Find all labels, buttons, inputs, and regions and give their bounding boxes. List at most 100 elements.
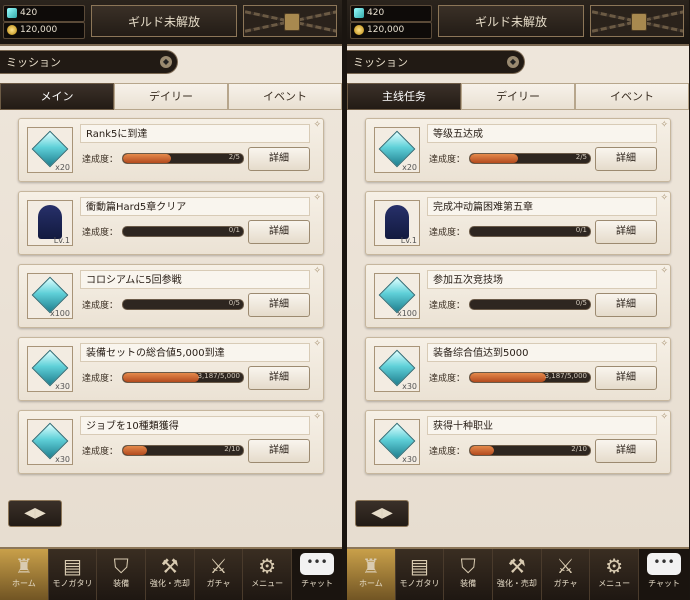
reward-thumbnail: x30 <box>374 419 420 465</box>
crystal-icon <box>378 422 416 460</box>
back-button[interactable]: ◀▶ <box>8 500 62 527</box>
nav-home[interactable]: ♜ ホーム <box>347 549 396 600</box>
progress-value: 2/5 <box>575 153 587 161</box>
nav-label: 装備 <box>113 579 130 588</box>
gear-icon: ⚙ <box>258 554 277 578</box>
mission-name: 装备综合值达到5000 <box>427 343 657 362</box>
crossed-swords-icon: ⚔ <box>209 554 228 578</box>
mission-tabs: メイン デイリー イベント <box>0 83 342 110</box>
progress-label: 達成度： <box>429 228 466 238</box>
progress-label: 達成度： <box>82 155 119 165</box>
gold-coin-icon <box>7 25 17 35</box>
pin-icon: ◆ <box>507 56 519 68</box>
tab-event[interactable]: イベント <box>575 83 689 110</box>
top-bar: 420 120,000 ギルド未解放 <box>347 0 689 46</box>
nav-menu[interactable]: ⚙ メニュー <box>590 549 640 600</box>
detail-button[interactable]: 詳細 <box>248 293 310 317</box>
nav-story[interactable]: ▤ モノガタリ <box>396 549 445 600</box>
detail-button[interactable]: 詳細 <box>248 439 310 463</box>
reward-count: x20 <box>402 163 417 172</box>
detail-button[interactable]: 詳細 <box>595 147 657 171</box>
reward-thumbnail: x100 <box>374 273 420 319</box>
character-icon <box>385 205 409 239</box>
tab-event[interactable]: イベント <box>228 83 342 110</box>
mission-card: Lv.1 衝動篇Hard5章クリア 達成度： 0/1 詳細 ✧ <box>18 191 324 255</box>
progress-value: 2/10 <box>224 445 240 453</box>
nav-label: モノガタリ <box>52 579 93 588</box>
nav-chat-slot: ••• チャット <box>639 549 689 600</box>
nav-gacha[interactable]: ⚔ ガチャ <box>195 549 244 600</box>
detail-button[interactable]: 詳細 <box>248 147 310 171</box>
padlock-icon <box>284 13 300 31</box>
locked-slot[interactable] <box>590 5 684 37</box>
mission-name: 完成冲动篇困难第五章 <box>427 197 657 216</box>
chat-label: チャット <box>648 579 680 588</box>
armor-icon: ⛉ <box>460 554 476 578</box>
crystal-icon <box>378 276 416 314</box>
nav-home[interactable]: ♜ ホーム <box>0 549 49 600</box>
nav-chat-slot: ••• チャット <box>292 549 342 600</box>
mission-name: 获得十种职业 <box>427 416 657 435</box>
crystal-icon <box>31 349 69 387</box>
progress-label: 達成度： <box>429 155 466 165</box>
padlock-icon <box>631 13 647 31</box>
nav-equipment[interactable]: ⛉ 装備 <box>444 549 494 600</box>
nav-label: ガチャ <box>206 579 231 588</box>
locked-slot[interactable] <box>243 5 337 37</box>
nav-equipment[interactable]: ⛉ 装備 <box>97 549 147 600</box>
progress-label: 達成度： <box>429 374 466 384</box>
mission-screen-chinese: 420 120,000 ギルド未解放 ミッション ◆ 主线任务 デイリー イベント… <box>347 0 689 600</box>
progress-label: 達成度： <box>429 301 466 311</box>
castle-icon: ♜ <box>361 554 380 578</box>
tab-daily[interactable]: デイリー <box>461 83 575 110</box>
guild-button[interactable]: ギルド未解放 <box>91 5 237 37</box>
nav-label: 装備 <box>460 579 477 588</box>
mission-name: コロシアムに5回参戦 <box>80 270 310 289</box>
book-icon: ▤ <box>410 554 429 578</box>
detail-button[interactable]: 詳細 <box>595 220 657 244</box>
progress-value: 3,187/5,000 <box>544 372 587 380</box>
detail-button[interactable]: 詳細 <box>595 293 657 317</box>
forge-icon: ⚒ <box>160 554 179 578</box>
progress-value: 0/5 <box>575 299 587 307</box>
tab-main[interactable]: 主线任务 <box>347 83 461 110</box>
castle-icon: ♜ <box>14 554 33 578</box>
nav-menu[interactable]: ⚙ メニュー <box>243 549 293 600</box>
detail-button[interactable]: 詳細 <box>595 366 657 390</box>
armor-icon: ⛉ <box>113 554 129 578</box>
guild-button[interactable]: ギルド未解放 <box>438 5 584 37</box>
top-bar: 420 120,000 ギルド未解放 <box>0 0 342 46</box>
tab-main[interactable]: メイン <box>0 83 114 110</box>
nav-label: ホーム <box>11 579 36 588</box>
chat-button[interactable]: ••• チャット <box>639 549 689 600</box>
corner-ornament-icon: ✧ <box>313 120 321 130</box>
book-icon: ▤ <box>63 554 82 578</box>
nav-label: ガチャ <box>553 579 578 588</box>
gold-count: 120,000 <box>20 25 58 35</box>
corner-ornament-icon: ✧ <box>660 339 668 349</box>
crystal-icon <box>354 8 364 18</box>
corner-ornament-icon: ✧ <box>313 339 321 349</box>
back-button[interactable]: ◀▶ <box>355 500 409 527</box>
chat-button[interactable]: ••• チャット <box>292 549 342 600</box>
nav-story[interactable]: ▤ モノガタリ <box>49 549 98 600</box>
progress-label: 達成度： <box>429 447 466 457</box>
detail-button[interactable]: 詳細 <box>248 366 310 390</box>
crystal-count: 420 <box>367 8 385 18</box>
detail-button[interactable]: 詳細 <box>595 439 657 463</box>
nav-enhance-sell[interactable]: ⚒ 強化・売却 <box>146 549 195 600</box>
mission-card: x20 等级五达成 達成度： 2/5 詳細 ✧ <box>365 118 671 182</box>
bottom-nav: ♜ ホーム ▤ モノガタリ ⛉ 装備 ⚒ 強化・売却 ⚔ ガチャ ⚙ メニュー ••• チャッ… <box>347 547 689 600</box>
nav-gacha[interactable]: ⚔ ガチャ <box>542 549 591 600</box>
progress-label: 達成度： <box>82 447 119 457</box>
character-icon <box>38 205 62 239</box>
mission-card: x30 获得十种职业 達成度： 2/10 詳細 ✧ <box>365 410 671 474</box>
tab-daily[interactable]: デイリー <box>114 83 228 110</box>
detail-button[interactable]: 詳細 <box>248 220 310 244</box>
page-title-text: ミッション <box>353 56 408 69</box>
reward-count: Lv.1 <box>53 236 70 245</box>
mission-tabs: 主线任务 デイリー イベント <box>347 83 689 110</box>
nav-enhance-sell[interactable]: ⚒ 強化・売却 <box>493 549 542 600</box>
crystal-icon <box>31 422 69 460</box>
reward-thumbnail: x30 <box>374 346 420 392</box>
